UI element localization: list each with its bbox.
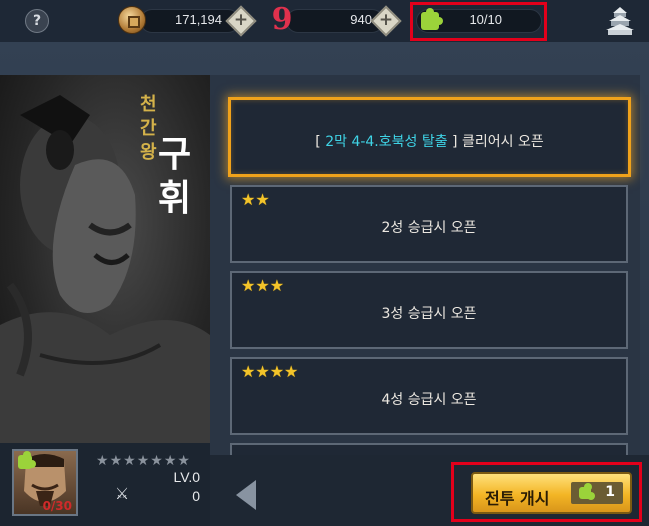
swords-icon: ⚔ xyxy=(114,484,130,503)
shard-count: 0/30 xyxy=(42,499,72,513)
hero-star-rating: ★ ★ ★ ★ ★ ★ ★ xyxy=(96,454,190,468)
star-icon: ★ xyxy=(241,362,256,381)
star-icon: ★ xyxy=(284,362,299,381)
hero-level: LV.0 xyxy=(173,469,200,485)
back-arrow-icon[interactable] xyxy=(236,480,256,510)
star-icon: ★ xyxy=(150,453,163,469)
gem-amount: 940 xyxy=(350,12,372,27)
star-icon: ★ xyxy=(241,276,256,295)
hero-name-title: 천 간 왕 구 휘 xyxy=(128,93,198,233)
stage-unlock-text: [ 2막 4-4.호북성 탈출 ] 클리어시 오픈 xyxy=(315,134,544,150)
stage-card-2[interactable]: ★ ★ 2성 승급시 오픈 xyxy=(230,185,628,263)
star-icon: ★ xyxy=(177,453,190,469)
stage-star-rating: ★ ★ ★ ★ xyxy=(241,364,298,380)
stage-card-1[interactable]: [ 2막 4-4.호북성 탈출 ] 클리어시 오픈 xyxy=(228,97,631,177)
help-button[interactable]: ? xyxy=(25,9,49,33)
stage-unlock-text: 4성 승급시 오픈 xyxy=(381,392,477,408)
stage-link[interactable]: 2막 4-4.호북성 탈출 xyxy=(325,134,447,150)
hero-power: 0 xyxy=(192,488,200,504)
castle-icon[interactable] xyxy=(604,6,636,36)
puzzle-piece-icon xyxy=(18,451,36,469)
hero-title-char: 구 xyxy=(158,133,192,175)
star-icon: ★ xyxy=(123,453,136,469)
gem-icon: 9 xyxy=(271,2,293,37)
gold-amount: 171,194 xyxy=(175,12,222,27)
stage-unlock-text: 3성 승급시 오픈 xyxy=(381,306,477,322)
star-icon: ★ xyxy=(109,453,123,469)
star-icon: ★ xyxy=(136,453,150,469)
gold-coin-icon xyxy=(118,6,146,34)
star-icon: ★ xyxy=(255,276,270,295)
hero-thumbnail[interactable]: 0/30 xyxy=(12,449,78,516)
star-icon: ★ xyxy=(255,362,270,381)
star-icon: ★ xyxy=(163,453,177,469)
hero-title-char: 천 xyxy=(140,94,157,115)
stage-card-4[interactable]: ★ ★ ★ ★ 4성 승급시 오픈 xyxy=(230,357,628,435)
resource-bar: ? 171,194 + 9 940 + 10/10 xyxy=(0,0,649,42)
stage-card-3[interactable]: ★ ★ ★ 3성 승급시 오픈 xyxy=(230,271,628,349)
highlight-frame-energy xyxy=(410,2,547,41)
stage-star-rating: ★ ★ xyxy=(241,192,270,208)
hero-title-char: 휘 xyxy=(158,177,192,219)
star-icon: ★ xyxy=(96,453,109,469)
star-icon: ★ xyxy=(255,190,270,209)
hero-portrait: 천 간 왕 구 휘 xyxy=(0,75,210,443)
highlight-frame-battle xyxy=(451,462,642,522)
stage-unlock-text: 2성 승급시 오픈 xyxy=(381,220,477,236)
stage-star-rating: ★ ★ ★ xyxy=(241,278,284,294)
star-icon: ★ xyxy=(269,362,285,381)
star-icon: ★ xyxy=(269,276,285,295)
star-icon: ★ xyxy=(241,190,256,209)
